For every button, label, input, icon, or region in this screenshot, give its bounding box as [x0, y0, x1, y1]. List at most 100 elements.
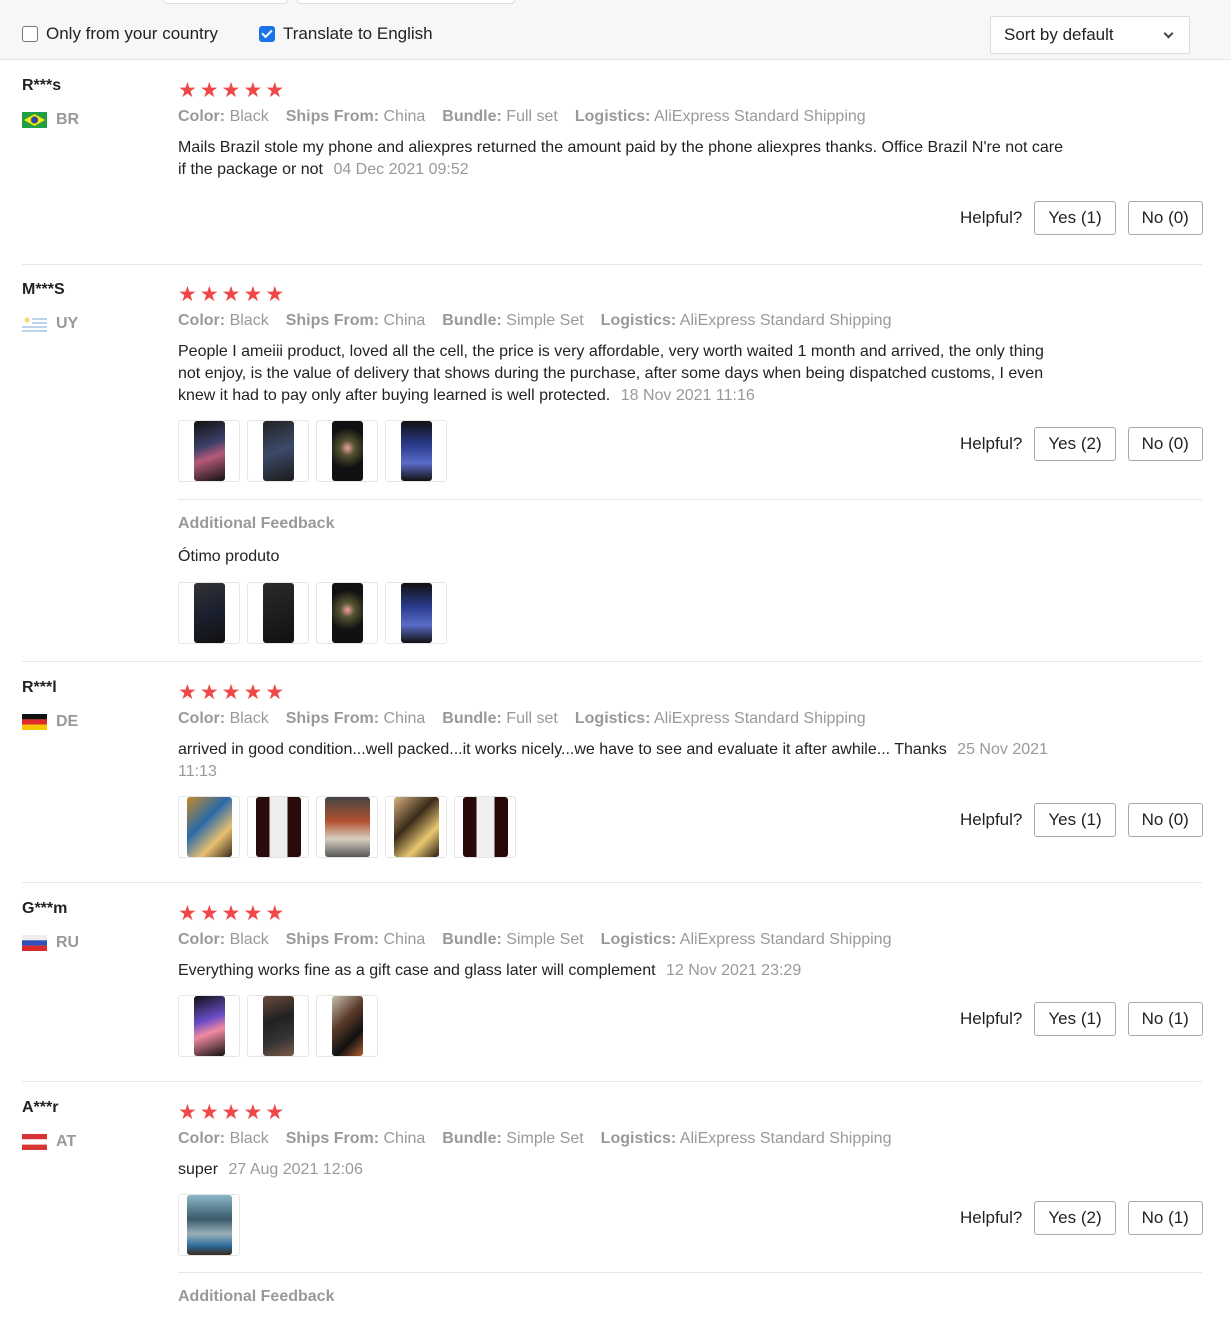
review-photo[interactable] — [247, 796, 309, 858]
phone-photo-icon — [331, 996, 363, 1056]
spec-label: Logistics: — [574, 108, 651, 125]
star-icon: ★ — [178, 283, 197, 306]
review-text: Everything works fine as a gift case and… — [178, 960, 1068, 982]
only-country-checkbox[interactable] — [22, 26, 38, 42]
review-divider — [22, 264, 1202, 265]
helpful-yes-button[interactable]: Yes (1) — [1034, 803, 1116, 837]
phone-photo-icon — [331, 583, 363, 643]
spec-label: Color: — [178, 931, 226, 948]
review-photo[interactable] — [385, 582, 447, 644]
helpful-yes-button[interactable]: Yes (2) — [1034, 427, 1116, 461]
spec-label: Color: — [178, 1130, 226, 1147]
spec-value: Black — [229, 931, 269, 948]
review-photo[interactable] — [385, 796, 447, 858]
review-photo[interactable] — [178, 582, 240, 644]
star-icon: ★ — [265, 283, 285, 306]
helpful-no-button[interactable]: No (1) — [1127, 1201, 1203, 1235]
review-photo[interactable] — [247, 582, 309, 644]
translate-checkbox[interactable] — [259, 26, 275, 42]
reviewer-country: AT — [22, 1133, 76, 1151]
country-code: DE — [56, 713, 79, 730]
star-icon: ★ — [199, 1101, 219, 1124]
star-icon: ★ — [243, 902, 263, 925]
only-country-filter[interactable]: Only from your country — [22, 24, 218, 44]
chevron-down-icon — [1163, 28, 1174, 38]
spec-value: AliExpress Standard Shipping — [654, 108, 866, 125]
sort-value: Sort by default — [1004, 25, 1114, 44]
reviewer-country: DE — [22, 713, 78, 731]
star-icon: ★ — [178, 79, 197, 102]
reviewer-name: M***S — [22, 281, 65, 298]
helpful-label: Helpful? — [960, 434, 1023, 453]
flag-uy-icon — [22, 316, 47, 332]
helpful-yes-button[interactable]: Yes (2) — [1034, 1201, 1116, 1235]
spec-value: Black — [229, 312, 269, 329]
review-photo[interactable] — [316, 420, 378, 482]
additional-photos — [178, 582, 447, 644]
review-photos — [178, 420, 447, 482]
phone-photo-icon — [255, 797, 301, 857]
helpful-controls: Helpful? Yes (1) No (0) — [960, 803, 1203, 837]
helpful-no-button[interactable]: No (1) — [1127, 1002, 1203, 1036]
helpful-yes-button[interactable]: Yes (1) — [1034, 1002, 1116, 1036]
reviewer-name: G***m — [22, 900, 68, 917]
spec-value: AliExpress Standard Shipping — [679, 1130, 892, 1147]
spec-label: Ships From: — [285, 1130, 380, 1147]
review-photo[interactable] — [316, 796, 378, 858]
review-body: arrived in good condition...well packed.… — [178, 741, 947, 758]
review-photo[interactable] — [316, 582, 378, 644]
spec-label: Color: — [178, 312, 226, 329]
helpful-label: Helpful? — [960, 810, 1023, 829]
star-icon: ★ — [243, 283, 263, 306]
review-photo[interactable] — [178, 796, 240, 858]
review-photo[interactable] — [247, 420, 309, 482]
tab-stub[interactable] — [297, 0, 515, 4]
spec-value: China — [383, 931, 426, 948]
review-photo[interactable] — [178, 1194, 240, 1256]
star-icon: ★ — [199, 681, 219, 704]
spec-value: Full set — [506, 710, 558, 727]
review-text: Mails Brazil stole my phone and aliexpre… — [178, 137, 1068, 181]
spec-label: Bundle: — [442, 108, 502, 125]
spec-value: Simple Set — [506, 1130, 584, 1147]
star-icon: ★ — [265, 1101, 285, 1124]
spec-label: Bundle: — [442, 1130, 502, 1147]
spec-value: AliExpress Standard Shipping — [679, 931, 892, 948]
review-photo[interactable] — [454, 796, 516, 858]
product-specs: Color: Black Ships From: China Bundle: F… — [178, 710, 866, 728]
review-photo[interactable] — [385, 420, 447, 482]
review-photo[interactable] — [247, 995, 309, 1057]
star-icon: ★ — [221, 79, 241, 102]
sort-dropdown[interactable]: Sort by default — [990, 16, 1190, 54]
star-icon: ★ — [221, 902, 241, 925]
phone-photo-icon — [462, 797, 508, 857]
spec-label: Ships From: — [285, 312, 380, 329]
phone-photo-icon — [262, 996, 294, 1056]
helpful-no-button[interactable]: No (0) — [1127, 201, 1203, 235]
spec-value: China — [383, 108, 426, 125]
product-specs: Color: Black Ships From: China Bundle: S… — [178, 312, 891, 330]
tab-stub[interactable] — [163, 0, 288, 4]
country-code: BR — [56, 111, 80, 128]
star-icon: ★ — [221, 681, 241, 704]
translate-filter[interactable]: Translate to English — [259, 24, 433, 44]
country-code: RU — [56, 934, 80, 951]
reviewer-name: A***r — [22, 1099, 59, 1116]
spec-label: Bundle: — [442, 312, 502, 329]
product-specs: Color: Black Ships From: China Bundle: S… — [178, 1130, 891, 1148]
helpful-no-button[interactable]: No (0) — [1127, 803, 1203, 837]
helpful-no-button[interactable]: No (0) — [1127, 427, 1203, 461]
spec-label: Ships From: — [285, 710, 380, 727]
helpful-yes-button[interactable]: Yes (1) — [1034, 201, 1116, 235]
review-text: arrived in good condition...well packed.… — [178, 739, 1068, 783]
star-icon: ★ — [265, 681, 285, 704]
product-specs: Color: Black Ships From: China Bundle: S… — [178, 931, 891, 949]
review-photo[interactable] — [316, 995, 378, 1057]
spec-label: Color: — [178, 108, 226, 125]
reviewer-name: R***s — [22, 77, 62, 94]
review-photo[interactable] — [178, 420, 240, 482]
only-country-label: Only from your country — [46, 24, 218, 43]
review-photo[interactable] — [178, 995, 240, 1057]
review-divider — [22, 661, 1202, 662]
flag-ru-icon — [22, 935, 47, 951]
